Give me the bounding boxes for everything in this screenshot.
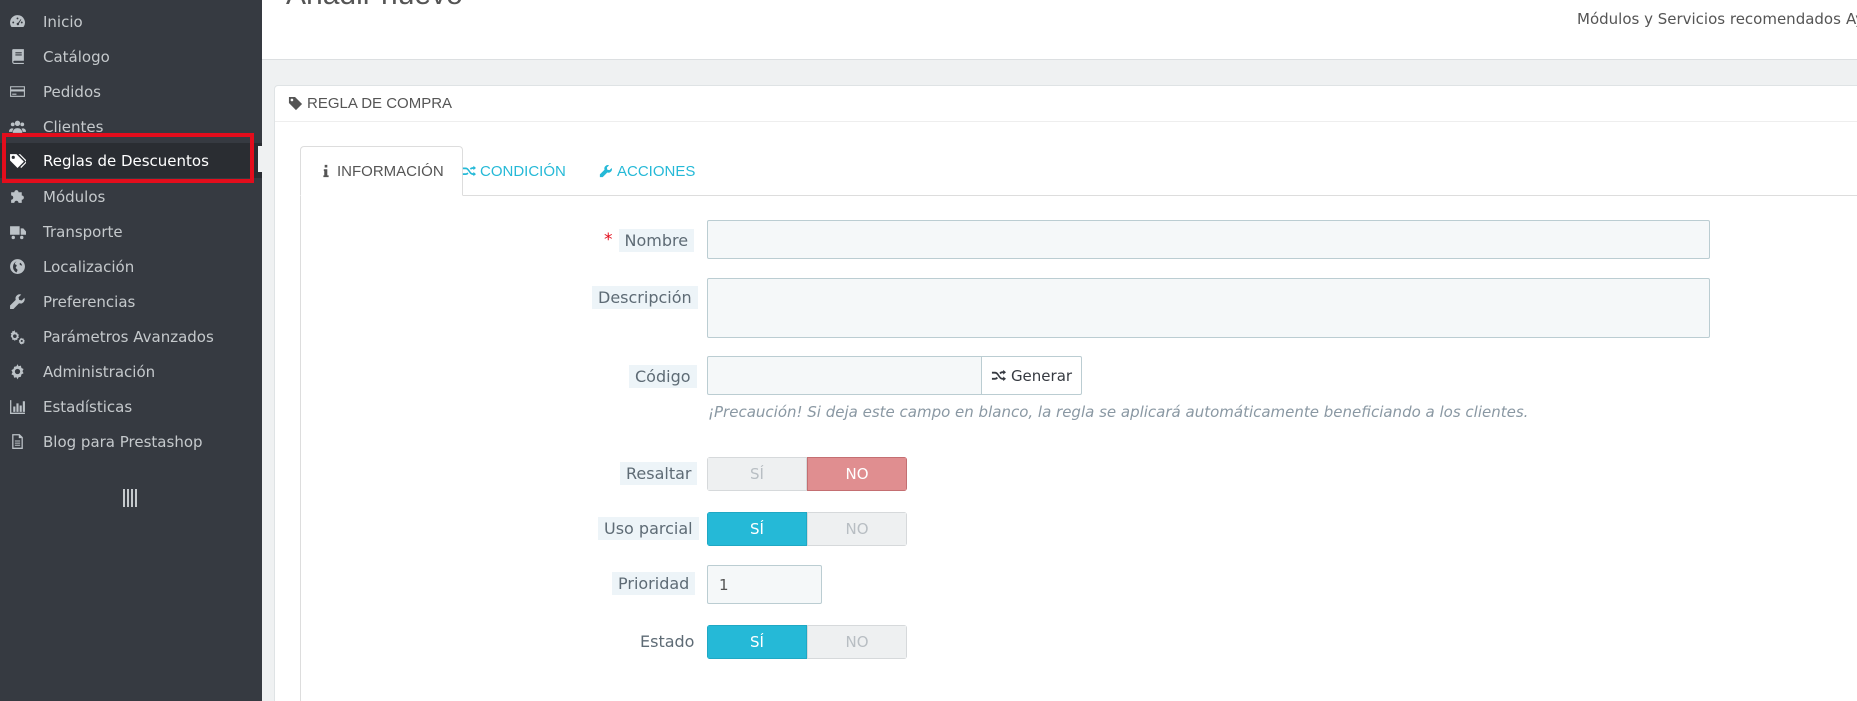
tab-informacion[interactable]: INFORMACIÓN	[300, 146, 463, 196]
highlight-switch[interactable]: SÍ NO	[707, 457, 907, 491]
sidebar-item-label: Parámetros Avanzados	[43, 327, 214, 346]
priority-label: Prioridad	[612, 571, 696, 595]
page-title: Añadir nuevo	[286, 0, 463, 12]
dashboard-icon	[8, 13, 26, 31]
code-label: Código	[629, 364, 697, 388]
book-icon	[8, 48, 26, 66]
tab-condicion[interactable]: CONDICIÓN	[462, 146, 566, 196]
document-icon	[8, 433, 26, 451]
sidebar-item-label: Localización	[43, 257, 135, 276]
tab-content-border	[300, 195, 301, 701]
sidebar-item-label: Pedidos	[43, 82, 101, 101]
bar-chart-icon	[8, 398, 26, 416]
sidebar-item-catalogo[interactable]: Catálogo	[0, 39, 262, 74]
sidebar-item-reglas-de-descuentos[interactable]: Reglas de Descuentos	[0, 143, 262, 178]
tag-icon	[288, 96, 303, 111]
tab-acciones[interactable]: ACCIONES	[599, 146, 695, 196]
random-icon	[462, 165, 476, 177]
truck-icon	[8, 223, 26, 241]
partial-use-switch[interactable]: SÍ NO	[707, 512, 907, 546]
sidebar-item-transporte[interactable]: Transporte	[0, 214, 262, 249]
tags-icon	[8, 152, 26, 170]
sidebar-item-preferencias[interactable]: Preferencias	[0, 284, 262, 319]
sidebar-item-label: Estadísticas	[43, 397, 133, 416]
wrench-icon	[8, 293, 26, 311]
sidebar-item-administracion[interactable]: Administración	[0, 354, 262, 389]
cog-icon	[8, 363, 26, 381]
panel-heading: REGLA DE COMPRA	[275, 86, 1857, 122]
users-icon	[8, 118, 26, 136]
help-link[interactable]: Ay	[1846, 10, 1857, 28]
sidebar-collapse-icon[interactable]	[123, 489, 139, 507]
sidebar-item-label: Administración	[43, 362, 156, 381]
globe-icon	[8, 258, 26, 276]
highlight-no-option[interactable]: NO	[807, 457, 907, 491]
recommended-modules-link[interactable]: Módulos y Servicios recomendados	[1577, 10, 1841, 28]
partial-use-yes-option[interactable]: SÍ	[707, 512, 807, 546]
panel-title: REGLA DE COMPRA	[307, 95, 453, 112]
puzzle-icon	[8, 188, 26, 206]
generate-code-button[interactable]: Generar	[981, 356, 1082, 395]
sidebar-item-pedidos[interactable]: Pedidos	[0, 74, 262, 109]
tab-label: CONDICIÓN	[480, 162, 566, 180]
sidebar-item-modulos[interactable]: Módulos	[0, 179, 262, 214]
credit-card-icon	[8, 83, 26, 101]
sidebar-item-label: Blog para Prestashop	[43, 432, 203, 451]
sidebar: Inicio Catálogo Pedidos Clientes Reglas …	[0, 0, 262, 701]
code-input[interactable]	[707, 356, 982, 395]
description-label: Descripción	[592, 285, 698, 309]
partial-use-no-option[interactable]: NO	[807, 512, 907, 546]
active-item-notch	[258, 146, 262, 172]
page-header: Añadir nuevo Módulos y Servicios recomen…	[262, 0, 1857, 60]
sidebar-item-label: Transporte	[43, 222, 123, 241]
highlight-label: Resaltar	[620, 461, 698, 485]
status-switch[interactable]: SÍ NO	[707, 625, 907, 659]
status-no-option[interactable]: NO	[807, 625, 907, 659]
sidebar-item-inicio[interactable]: Inicio	[0, 4, 262, 39]
partial-use-label: Uso parcial	[598, 516, 699, 540]
priority-input[interactable]: 1	[707, 565, 822, 604]
tab-label: INFORMACIÓN	[337, 162, 444, 180]
sidebar-item-label: Reglas de Descuentos	[43, 151, 209, 170]
cogs-icon	[8, 328, 26, 346]
description-textarea[interactable]	[707, 278, 1710, 338]
status-yes-option[interactable]: SÍ	[707, 625, 807, 659]
wrench-icon	[599, 165, 612, 178]
sidebar-item-label: Preferencias	[43, 292, 136, 311]
sidebar-item-blog-para-prestashop[interactable]: Blog para Prestashop	[0, 424, 262, 459]
sidebar-item-estadisticas[interactable]: Estadísticas	[0, 389, 262, 424]
code-help-text: ¡Precaución! Si deja este campo en blanc…	[708, 403, 1529, 421]
name-input[interactable]	[707, 220, 1710, 259]
sidebar-item-label: Módulos	[43, 187, 106, 206]
sidebar-item-localizacion[interactable]: Localización	[0, 249, 262, 284]
status-label: Estado	[640, 631, 695, 651]
sidebar-item-parametros-avanzados[interactable]: Parámetros Avanzados	[0, 319, 262, 354]
sidebar-item-label: Inicio	[43, 12, 83, 31]
tab-label: ACCIONES	[617, 162, 696, 180]
random-icon	[991, 369, 1006, 382]
sidebar-item-label: Catálogo	[43, 47, 110, 66]
sidebar-item-label: Clientes	[43, 117, 104, 136]
required-mark: *	[604, 230, 613, 250]
highlight-yes-option[interactable]: SÍ	[707, 457, 807, 491]
sidebar-item-clientes[interactable]: Clientes	[0, 109, 262, 144]
name-label: * Nombre	[604, 228, 695, 252]
info-icon	[323, 164, 329, 178]
